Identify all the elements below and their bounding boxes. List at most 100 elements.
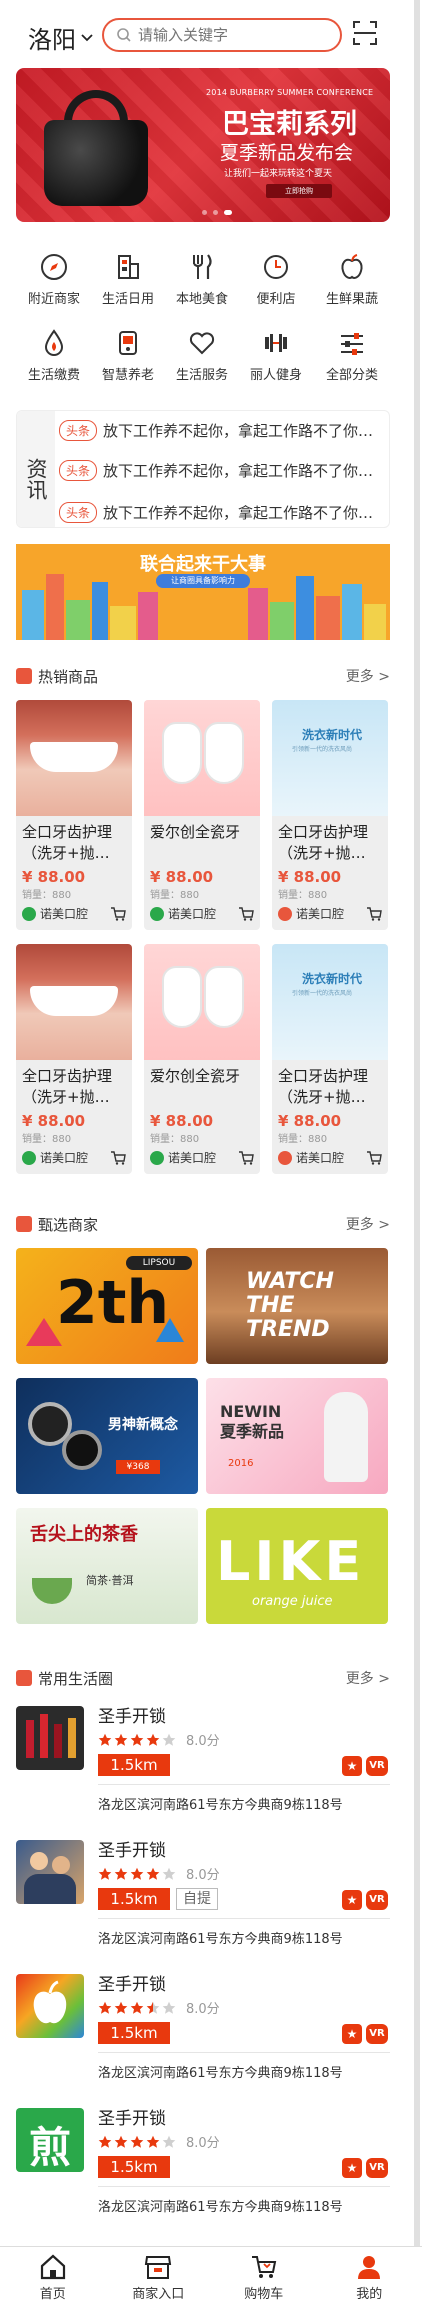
triangle-shape (156, 1318, 184, 1342)
category-label: 全部分类 (325, 368, 378, 383)
carousel-dot[interactable] (202, 210, 207, 215)
star-empty-icon (162, 1733, 176, 1746)
merchant-tile[interactable]: WATCH THE TREND (206, 1248, 388, 1364)
news-item[interactable]: 头条 放下工作养不起你，拿起工作路不了你… (59, 501, 373, 523)
promo-banner[interactable]: 联合起来干大事 让商圈具备影响力 (16, 544, 390, 640)
add-cart-icon[interactable] (110, 906, 126, 921)
drop-icon (44, 329, 64, 356)
carousel-dot-active[interactable] (224, 210, 232, 215)
promo-title: 联合起来干大事 (140, 554, 266, 575)
add-cart-icon[interactable] (366, 1150, 382, 1165)
product-image (16, 700, 132, 816)
rating-stars: 8.0分 (98, 1864, 220, 1883)
life-item[interactable]: 圣手开锁 8.0分 1.5km ★ VR 洛龙区滨河南路61号东方今典商9栋11… (16, 1702, 390, 1820)
category-elderly[interactable]: 智慧养老 (86, 328, 170, 383)
scan-icon[interactable] (352, 20, 378, 46)
more-link[interactable]: 更多 > (346, 1668, 390, 1688)
vr-icon[interactable]: VR (366, 2024, 388, 2044)
cart-icon (251, 2256, 276, 2278)
banner-buy-button[interactable]: 立即抢购 (266, 184, 332, 198)
life-item[interactable]: 煎 圣手开锁 8.0分 1.5km ★ VR 洛龙区滨河南路61号东方今典商9栋… (16, 2104, 390, 2222)
search-input[interactable] (138, 26, 328, 44)
user-icon (358, 2256, 381, 2279)
add-cart-icon[interactable] (110, 1150, 126, 1165)
search-box[interactable] (102, 18, 342, 52)
category-all[interactable]: 全部分类 (310, 328, 394, 383)
product-card[interactable]: 洗衣新时代 引领新一代的洗衣风尚 全口牙齿护理（洗牙+抛… ¥ 88.00 销量：… (272, 700, 388, 930)
shop-address: 洛龙区滨河南路61号东方今典商9栋118号 (98, 1932, 343, 1947)
tab-label: 我的 (356, 2287, 383, 2302)
merchant-tile[interactable]: LIPSOU 2th (16, 1248, 198, 1364)
news-item[interactable]: 头条 放下工作养不起你，拿起工作路不了你… (59, 459, 373, 481)
star-empty-icon (162, 2135, 176, 2148)
category-service[interactable]: 生活服务 (160, 328, 244, 383)
category-daily[interactable]: 生活日用 (86, 252, 170, 307)
building-shape (364, 604, 386, 640)
vr-icon[interactable]: VR (366, 1890, 388, 1910)
banner-tagline: 让我们一起来玩转这个夏天 (224, 169, 333, 179)
category-bills[interactable]: 生活缴费 (12, 328, 96, 383)
shop-logo-icon (22, 1150, 36, 1165)
favorite-star-icon[interactable]: ★ (342, 2024, 362, 2044)
product-card[interactable]: 洗衣新时代 引领新一代的洗衣风尚 全口牙齿护理（洗牙+抛… ¥ 88.00 销量：… (272, 944, 388, 1174)
product-card[interactable]: 爱尔创全瓷牙 ¥ 88.00 销量：880 诺美口腔 (144, 944, 260, 1174)
news-pill: 头条 (59, 419, 98, 441)
triangle-shape (26, 1318, 62, 1346)
merchant-brand: ¥368 (116, 1460, 160, 1474)
handbag-image (40, 86, 152, 208)
hero-banner[interactable]: 2014 BURBERRY SUMMER CONFERENCE 巴宝莉系列 夏季… (16, 68, 390, 222)
merchant-brand: orange juice (252, 1594, 333, 1609)
shop-name: 诺美口腔 (296, 1151, 345, 1165)
tab-cart[interactable]: 购物车 (211, 2247, 317, 2304)
banner-title: 巴宝莉系列 (222, 109, 357, 140)
city-selector[interactable]: 洛阳 (28, 20, 94, 55)
scrollbar[interactable] (414, 0, 420, 2246)
tab-home[interactable]: 首页 (0, 2247, 106, 2304)
add-cart-icon[interactable] (238, 1150, 254, 1165)
news-item[interactable]: 头条 放下工作养不起你，拿起工作路不了你… (59, 419, 373, 441)
product-card[interactable]: 全口牙齿护理（洗牙+抛… ¥ 88.00 销量：880 诺美口腔 (16, 700, 132, 930)
merchant-tile[interactable]: LIKE orange juice (206, 1508, 388, 1624)
wash-title: 洗衣新时代 (302, 972, 363, 986)
divider (98, 2186, 390, 2187)
favorite-star-icon[interactable]: ★ (342, 2158, 362, 2178)
building-shape (138, 592, 158, 640)
shop-name: 诺美口腔 (296, 907, 345, 921)
tab-mine[interactable]: 我的 (317, 2247, 422, 2304)
merchant-tile[interactable]: NEWIN 夏季新品 2016 (206, 1378, 388, 1494)
category-fitness[interactable]: 丽人健身 (234, 328, 318, 383)
product-price: ¥ 88.00 (278, 1112, 342, 1130)
merchant-text: 2th (56, 1268, 170, 1338)
building-shape (248, 588, 268, 640)
product-price: ¥ 88.00 (278, 868, 342, 886)
category-nearby[interactable]: 附近商家 (12, 252, 96, 307)
distance-badge: 1.5km (98, 1754, 170, 1776)
shop-thumbnail (16, 1974, 84, 2038)
category-store[interactable]: 便利店 (234, 252, 318, 307)
more-link[interactable]: 更多 > (346, 666, 390, 686)
vr-icon[interactable]: VR (366, 2158, 388, 2178)
shop-thumbnail (16, 1706, 84, 1770)
add-cart-icon[interactable] (366, 906, 382, 921)
shop-score: 8.0分 (186, 1734, 220, 1749)
tab-merchant[interactable]: 商家入口 (106, 2247, 212, 2304)
more-link[interactable]: 更多 > (346, 1214, 390, 1234)
vr-icon[interactable]: VR (366, 1756, 388, 1776)
category-fresh[interactable]: 生鲜果蔬 (310, 252, 394, 307)
merchant-tile[interactable]: 舌尖上的茶香 简茶·普洱 (16, 1508, 198, 1624)
add-cart-icon[interactable] (238, 906, 254, 921)
favorite-star-icon[interactable]: ★ (342, 1890, 362, 1910)
product-card[interactable]: 爱尔创全瓷牙 ¥ 88.00 销量：880 诺美口腔 (144, 700, 260, 930)
merchant-tile[interactable]: 男神新概念 ¥368 (16, 1378, 198, 1494)
tab-label: 购物车 (244, 2287, 284, 2302)
favorite-star-icon[interactable]: ★ (342, 1756, 362, 1776)
category-food[interactable]: 本地美食 (160, 252, 244, 307)
carousel-dot[interactable] (213, 210, 218, 215)
divider (98, 1784, 390, 1785)
product-card[interactable]: 全口牙齿护理（洗牙+抛… ¥ 88.00 销量：880 诺美口腔 (16, 944, 132, 1174)
section-title: 甄选商家 (38, 1215, 99, 1234)
life-item[interactable]: 圣手开锁 8.0分 1.5km ★ VR 洛龙区滨河南路61号东方今典商9栋11… (16, 1970, 390, 2088)
distance-badge: 1.5km (98, 2022, 170, 2044)
rating-stars: 8.0分 (98, 1998, 220, 2017)
life-item[interactable]: 圣手开锁 8.0分 1.5km 自提 ★ VR 洛龙区滨河南路61号东方今典商9… (16, 1836, 390, 1954)
